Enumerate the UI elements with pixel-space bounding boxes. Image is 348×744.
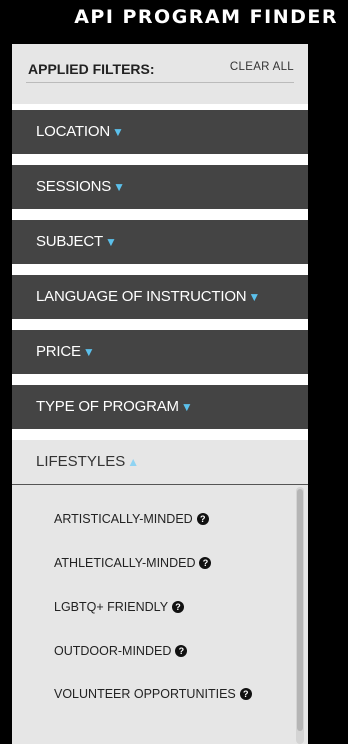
help-icon[interactable]: ? bbox=[175, 645, 188, 657]
filter-price[interactable]: PRICE ▼ bbox=[12, 330, 308, 374]
option-label: OUTDOOR-MINDED bbox=[54, 644, 172, 658]
help-icon[interactable]: ? bbox=[239, 688, 252, 700]
triangle-down-icon: ▼ bbox=[82, 345, 95, 359]
applied-filters-box: APPLIED FILTERS: CLEAR ALL bbox=[12, 44, 308, 104]
option-volunteer-opportunities[interactable]: VOLUNTEER OPPORTUNITIES? bbox=[54, 687, 252, 701]
option-label: LGBTQ+ FRIENDLY bbox=[54, 600, 169, 614]
filter-type-of-program[interactable]: TYPE OF PROGRAM ▼ bbox=[12, 385, 308, 429]
filter-language-of-instruction[interactable]: LANGUAGE OF INSTRUCTION ▼ bbox=[12, 275, 308, 319]
triangle-down-icon: ▼ bbox=[111, 125, 124, 139]
header-bar: API PROGRAM FINDER bbox=[0, 0, 348, 38]
lifestyles-options-list: ARTISTICALLY-MINDED? ATHLETICALLY-MINDED… bbox=[12, 485, 308, 744]
filter-lifestyles[interactable]: LIFESTYLES ▲ bbox=[12, 440, 308, 485]
triangle-up-icon: ▲ bbox=[127, 455, 140, 469]
filter-sessions[interactable]: SESSIONS ▼ bbox=[12, 165, 308, 209]
triangle-down-icon: ▼ bbox=[248, 290, 261, 304]
option-athletically-minded[interactable]: ATHLETICALLY-MINDED? bbox=[54, 556, 212, 570]
triangle-down-icon: ▼ bbox=[104, 235, 117, 249]
filter-location[interactable]: LOCATION ▼ bbox=[12, 110, 308, 154]
help-icon[interactable]: ? bbox=[199, 557, 212, 569]
filter-subject[interactable]: SUBJECT ▼ bbox=[12, 220, 308, 264]
filter-label: PRICE bbox=[36, 343, 81, 360]
option-artistically-minded[interactable]: ARTISTICALLY-MINDED? bbox=[54, 512, 209, 526]
option-label: VOLUNTEER OPPORTUNITIES bbox=[54, 687, 236, 701]
triangle-down-icon: ▼ bbox=[113, 180, 125, 194]
divider bbox=[26, 82, 294, 83]
help-icon[interactable]: ? bbox=[172, 601, 185, 613]
filter-label: SESSIONS bbox=[36, 178, 112, 195]
filter-label: TYPE OF PROGRAM bbox=[36, 398, 179, 415]
app-title: API PROGRAM FINDER bbox=[74, 6, 338, 28]
applied-filters-label: APPLIED FILTERS: bbox=[28, 61, 155, 77]
filter-label: LOCATION bbox=[36, 123, 110, 140]
help-icon[interactable]: ? bbox=[196, 513, 209, 525]
option-outdoor-minded[interactable]: OUTDOOR-MINDED? bbox=[54, 644, 188, 658]
triangle-down-icon: ▼ bbox=[180, 400, 193, 414]
filter-label: LANGUAGE OF INSTRUCTION bbox=[36, 288, 247, 305]
scrollbar-thumb[interactable] bbox=[297, 489, 303, 731]
option-label: ARTISTICALLY-MINDED bbox=[54, 512, 193, 526]
filter-label: LIFESTYLES bbox=[36, 453, 126, 470]
option-label: ATHLETICALLY-MINDED bbox=[54, 556, 196, 570]
filter-label: SUBJECT bbox=[36, 233, 103, 250]
clear-all-link[interactable]: CLEAR ALL bbox=[230, 61, 294, 73]
option-lgbtq-friendly[interactable]: LGBTQ+ FRIENDLY? bbox=[54, 600, 185, 614]
filter-panel: APPLIED FILTERS: CLEAR ALL LOCATION ▼ SES… bbox=[12, 44, 308, 744]
